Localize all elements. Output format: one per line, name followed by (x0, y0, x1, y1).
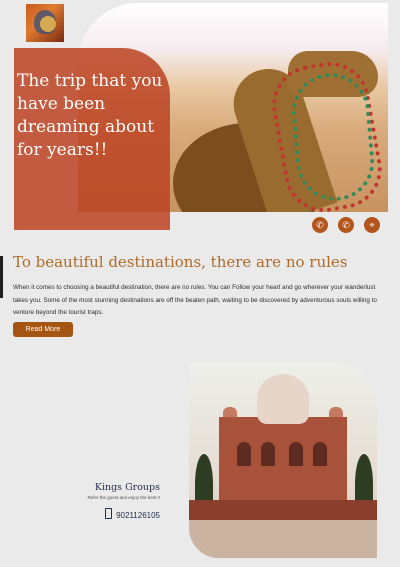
brand-logo[interactable] (26, 4, 64, 42)
company-name: Kings Groups (94, 482, 160, 493)
phone-icon[interactable]: ✆ (312, 217, 328, 233)
intro-paragraph: When it comes to choosing a beautiful de… (13, 284, 377, 316)
company-tagline: Refer the guest and enjoy the best !! (87, 495, 160, 500)
company-phone[interactable]: 9021126105 (96, 508, 160, 520)
mobile-phone-icon (105, 508, 113, 519)
phone-number[interactable]: 9021126105 (116, 511, 160, 520)
side-tab-bar[interactable] (0, 256, 3, 298)
monument-image (189, 362, 377, 558)
social-links: ✆ ✆ ⌖ (312, 217, 380, 233)
section-headline: To beautiful destinations, there are no … (13, 253, 348, 271)
read-more-button[interactable]: Read More (13, 322, 73, 337)
whatsapp-icon[interactable]: ✆ (338, 217, 354, 233)
hero-title: The trip that you have been dreaming abo… (17, 71, 163, 160)
location-pin-icon[interactable]: ⌖ (364, 217, 380, 233)
